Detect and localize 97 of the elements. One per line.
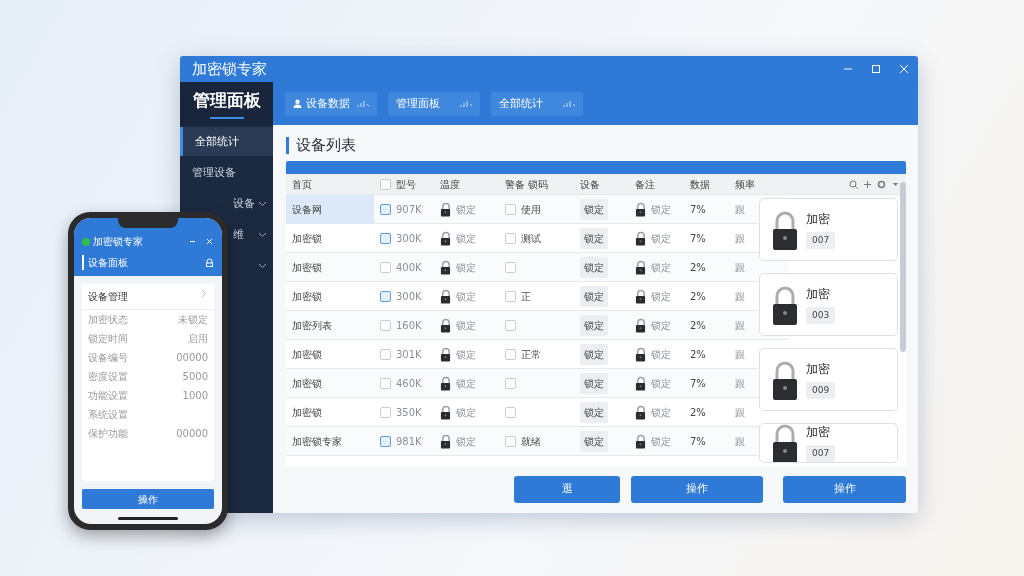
toolbar-button[interactable]: 管理面板 [388,91,480,116]
table-cell-text: 300K [396,231,422,246]
setting-label: 加密状态 [88,313,128,327]
section-heading: 设备列表 [286,137,906,154]
status-tag: 锁定 [580,372,608,394]
lock-code: 007 [806,445,836,462]
table-cell-text: 锁定 [456,231,476,246]
table-cell-text: 锁定 [456,434,476,449]
table-cell-text: 锁定 [651,405,671,420]
status-tag: 锁定 [580,314,608,336]
table-cell-text: 锁定 [651,260,671,275]
setting-label: 保护功能 [88,427,128,441]
sidebar-item[interactable]: 设备 [230,189,273,218]
setting-label: 设备编号 [88,351,128,365]
toolbar-button[interactable]: 设备数据 [285,91,377,116]
sidebar-item[interactable]: 全部统计 [180,127,273,156]
table-cell: 2% [684,253,729,282]
table-cell[interactable]: 加密锁 [286,369,374,398]
table-cell-text: 460K [396,376,422,391]
table-cell-text: 锁定 [651,231,671,246]
table-cell-text: 301K [396,347,422,362]
setting-label: 系统设置 [88,408,128,422]
table-cell-text: 测试 [521,231,541,246]
table-cell-text: 正常 [521,347,541,362]
app-title: 加密锁专家 [93,235,143,249]
table-cell-text: 981K [396,434,422,449]
action-button[interactable]: 操作 [631,476,763,503]
column-header: 频率 [729,174,789,195]
table-cell-text: 300K [396,289,422,304]
lock-code: 003 [806,306,836,325]
table-cell-text: 400K [396,260,422,275]
column-header: 数据 [684,174,729,195]
status-tag: 锁定 [580,227,608,249]
setting-label: 功能设置 [88,389,128,403]
sidebar-title: 管理面板 [192,88,261,112]
column-header: 备注 [629,174,684,195]
table-cell-text: 350K [396,405,422,420]
table-cell-text: 锁定 [456,202,476,217]
table-cell-text: 锁定 [456,405,476,420]
status-tag: 锁定 [580,256,608,278]
setting-label: 锁定时间 [88,332,128,346]
table-cell: 7% [684,195,729,224]
lock-title: 加密 [806,285,831,303]
column-header: 设备 [574,174,629,195]
table-cell[interactable]: 加密列表 [286,311,374,340]
table-cell-text: 锁定 [651,318,671,333]
sidebar-item[interactable]: 管理设备 [180,158,273,187]
table-cell-text: 锁定 [456,347,476,362]
toolbar-button[interactable]: 全部统计 [491,91,583,116]
table-cell-text: 锁定 [456,260,476,275]
table-cell-text: 锁定 [651,347,671,362]
lock-code: 007 [806,231,836,250]
status-tag: 锁定 [580,430,608,452]
table-cell-text: 锁定 [651,376,671,391]
column-header: 型号 [374,174,434,195]
table-cell-text: 锁定 [651,289,671,304]
action-button[interactable]: 操作 [783,476,906,503]
table-cell[interactable]: 设备网 [286,195,374,224]
column-header: 警备 锁码 [499,174,574,195]
setting-value: 1000 [182,389,208,403]
column-header: 首页 [286,174,374,195]
table-cell-text: 160K [396,318,422,333]
setting-value: 00000 [176,351,208,365]
table-cell: 7% [684,427,729,456]
column-header: 温度 [434,174,499,195]
table-cell-text: 907K [396,202,422,217]
lock-title: 加密 [806,210,831,228]
table-cell-text: 锁定 [456,289,476,304]
table-cell[interactable]: 加密锁专家 [286,427,374,456]
table-cell-text: 就绪 [521,434,541,449]
status-tag: 锁定 [580,285,608,307]
status-tag: 锁定 [580,198,608,220]
table-cell-text: 使用 [521,202,541,217]
status-tag: 锁定 [580,401,608,423]
table-cell-text: 锁定 [651,434,671,449]
table-cell-text: 锁定 [651,202,671,217]
section-row[interactable]: 设备管理 [82,284,214,310]
table-cell-text: 正 [521,289,531,304]
action-button[interactable]: 逛 [514,476,620,503]
setting-label: 密度设置 [88,370,128,384]
setting-value: 未锁定 [178,313,208,327]
sidebar-item[interactable]: 维 [230,220,273,249]
table-cell-text: 锁定 [456,376,476,391]
table-cell-text: 锁定 [456,318,476,333]
screen-title: 设备面板 [82,255,128,270]
setting-value: 启用 [188,332,208,346]
lock-title: 加密 [806,424,831,442]
setting-value: 5000 [182,370,208,384]
table-cell: 7% [684,369,729,398]
lock-code: 009 [806,381,836,400]
window-title: 加密锁专家 [192,58,267,80]
action-button[interactable]: 操作 [82,489,214,509]
setting-value: 00000 [176,427,208,441]
lock-title: 加密 [806,360,831,378]
table-cell[interactable]: 加密锁 [286,253,374,282]
table-cell: 2% [684,311,729,340]
status-tag: 锁定 [580,343,608,365]
